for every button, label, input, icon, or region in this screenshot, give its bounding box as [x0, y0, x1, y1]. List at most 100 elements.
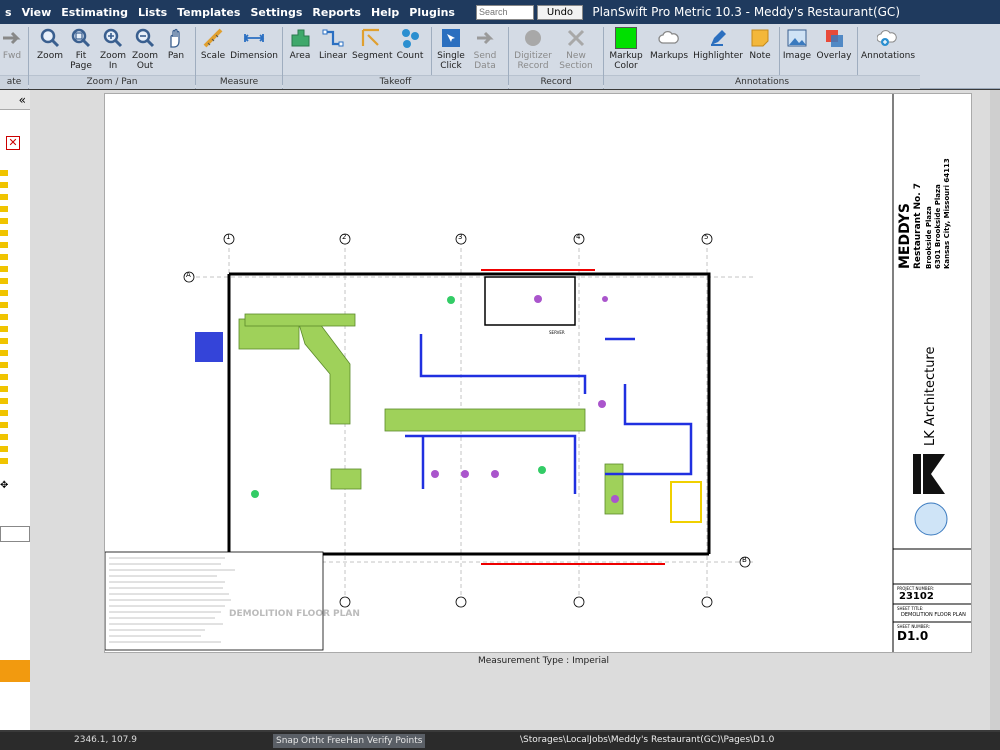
- single-click-label-1: Single: [437, 51, 465, 61]
- linear-label: Linear: [319, 51, 347, 61]
- send-data-label-1: Send: [473, 51, 497, 61]
- grid-label-2: 2: [342, 233, 347, 241]
- pan-button[interactable]: Pan: [162, 27, 190, 77]
- project-address-3: Kansas City, Missouri 64113: [943, 158, 951, 269]
- zoom-out-button[interactable]: Zoom Out: [130, 27, 160, 77]
- project-name-2: Restaurant No. 7: [913, 182, 923, 269]
- verify-points-toggle[interactable]: Verify Points: [364, 734, 426, 748]
- fwd-button[interactable]: Fwd: [0, 27, 24, 77]
- highlighter-label: Highlighter: [693, 51, 743, 61]
- segment-label: Segment: [352, 51, 393, 61]
- segment-button[interactable]: Segment: [352, 27, 393, 77]
- plan-sheet[interactable]: DEMOLITION FLOOR PLAN SERVER MEDDYS Rest…: [104, 93, 972, 653]
- dimension-button[interactable]: Dimension: [230, 27, 278, 77]
- pan-label: Pan: [167, 51, 185, 61]
- count-button[interactable]: Count: [394, 27, 426, 77]
- markup-color-label-1: Markup: [609, 51, 643, 61]
- markups-button[interactable]: Markups: [649, 27, 689, 77]
- markup-color-label-2: Color: [614, 61, 638, 71]
- grid-label-5: 5: [704, 233, 709, 241]
- markup-color-swatch: [615, 27, 637, 49]
- project-address-2: 6301 Brookside Plaza: [934, 184, 942, 269]
- annotations-button[interactable]: Annotations: [860, 27, 916, 77]
- image-button[interactable]: Image: [782, 27, 812, 77]
- digitizer-label-1: Digitizer: [514, 51, 552, 61]
- item-bulb-icons: [0, 170, 8, 470]
- arrow-right-icon: [3, 31, 21, 45]
- plan-title-text: DEMOLITION FLOOR PLAN: [229, 609, 360, 619]
- firm-name: LK Architecture: [923, 346, 938, 447]
- fit-page-label-1: Fit: [75, 51, 87, 61]
- zoom-in-button[interactable]: Zoom In: [98, 27, 128, 77]
- menu-item-settings[interactable]: Settings: [245, 0, 307, 24]
- send-data-label-2: Data: [474, 61, 496, 71]
- zoom-out-icon: [135, 28, 155, 48]
- zoom-label: Zoom: [37, 51, 63, 61]
- overlay-icon: [826, 30, 843, 47]
- digitizer-record-button[interactable]: Digitizer Record: [512, 27, 554, 77]
- single-click-button[interactable]: Single Click: [434, 27, 468, 77]
- menu-item-estimating[interactable]: Estimating: [56, 0, 133, 24]
- fwd-label: Fwd: [2, 51, 22, 61]
- image-icon: [787, 29, 807, 47]
- menu-item-view[interactable]: View: [17, 0, 57, 24]
- scale-label: Scale: [200, 51, 226, 61]
- annotations-icon: [877, 30, 897, 46]
- markup-color-button[interactable]: Markup Color: [607, 27, 645, 77]
- zoom-button[interactable]: Zoom: [36, 27, 64, 77]
- grid-label-1: 1: [226, 233, 231, 241]
- zoom-in-icon: [103, 28, 123, 48]
- dimension-label: Dimension: [230, 51, 278, 61]
- highlighter-button[interactable]: Highlighter: [693, 27, 743, 77]
- group-label-zoom-pan: Zoom / Pan: [29, 75, 195, 89]
- grid-label-3: 3: [458, 233, 463, 241]
- magnifier-icon: [40, 28, 60, 48]
- panel-collapse-icon[interactable]: «: [0, 90, 30, 110]
- area-button[interactable]: Area: [286, 27, 314, 77]
- grid-label-4: 4: [576, 233, 581, 241]
- menu-item-plugins[interactable]: Plugins: [404, 0, 460, 24]
- fit-page-label-2: Page: [70, 61, 92, 71]
- search-input[interactable]: [475, 4, 534, 20]
- project-number: 23102: [899, 591, 934, 602]
- highlighter-icon: [711, 30, 726, 46]
- image-label: Image: [782, 51, 812, 61]
- sheet-number: D1.0: [897, 629, 929, 643]
- menu-item-templates[interactable]: Templates: [172, 0, 245, 24]
- new-section-label-1: New: [566, 51, 586, 61]
- count-icon: [402, 29, 419, 48]
- single-click-icon: [442, 29, 460, 47]
- dimension-icon: [243, 34, 265, 42]
- grid-label-a: A: [186, 271, 191, 279]
- project-name-1: MEDDYS: [897, 203, 913, 269]
- new-section-button[interactable]: New Section: [556, 27, 596, 77]
- menu-bar: s View Estimating Lists Templates Settin…: [0, 0, 1000, 24]
- linear-button[interactable]: Linear: [316, 27, 350, 77]
- cloud-icon: [658, 30, 679, 44]
- menu-item-lists[interactable]: Lists: [133, 0, 172, 24]
- record-icon: [525, 30, 541, 46]
- undo-button[interactable]: Undo: [536, 4, 583, 20]
- note-button[interactable]: Note: [745, 27, 775, 77]
- scale-button[interactable]: Scale: [198, 27, 228, 77]
- panel-input[interactable]: [0, 526, 30, 542]
- fit-page-button[interactable]: Fit Page: [66, 27, 96, 77]
- sheet-title-label: SHEET TITLE:: [897, 606, 924, 611]
- delete-icon[interactable]: ✕: [6, 136, 20, 150]
- overlay-button[interactable]: Overlay: [816, 27, 852, 77]
- menu-item-help[interactable]: Help: [366, 0, 404, 24]
- send-arrow-icon: [477, 31, 494, 45]
- right-scrollbar[interactable]: [990, 90, 1000, 730]
- menu-item-s[interactable]: s: [0, 0, 17, 24]
- status-bar: 2346.1, 107.9 Snap Ortho FreeHand Verify…: [0, 732, 1000, 750]
- markups-label: Markups: [649, 51, 689, 61]
- ribbon-toolbar: Fwd Zoom Fit Page Zoom In Zoom Out Pan S…: [0, 24, 1000, 89]
- section-label-server: SERVER: [549, 330, 565, 335]
- menu-item-reports[interactable]: Reports: [307, 0, 366, 24]
- sheet-title: DEMOLITION FLOOR PLAN: [901, 612, 966, 618]
- send-data-button[interactable]: Send Data: [470, 27, 500, 77]
- move-icon[interactable]: ✥: [0, 480, 10, 491]
- digitizer-label-2: Record: [517, 61, 549, 71]
- measurement-type: Measurement Type : Imperial: [478, 656, 609, 666]
- zoom-fit-icon: [71, 28, 91, 48]
